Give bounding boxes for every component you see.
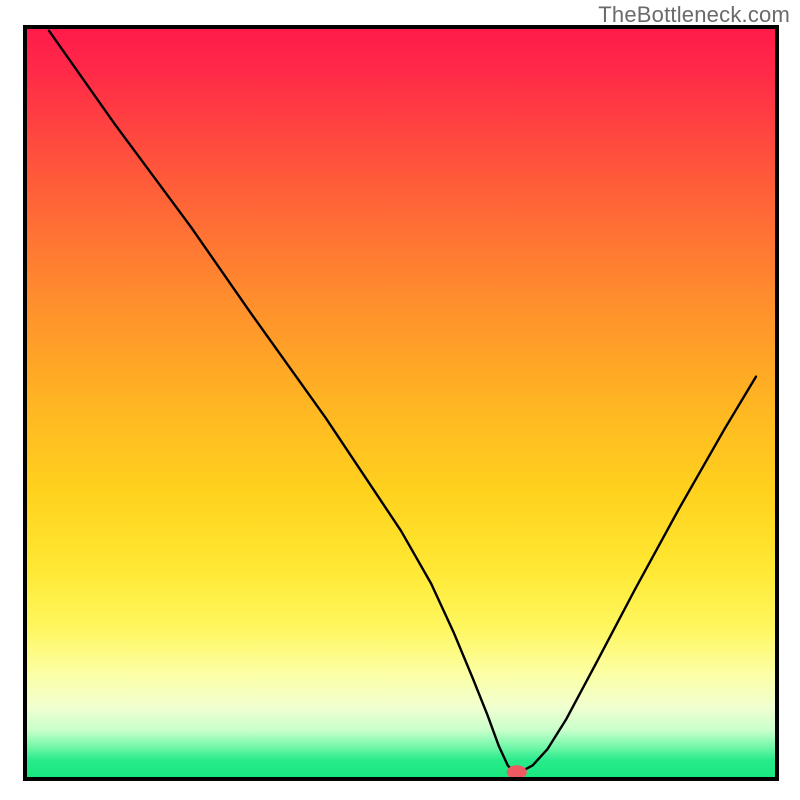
bottleneck-chart: [0, 0, 800, 800]
chart-container: TheBottleneck.com: [0, 0, 800, 800]
gradient-background: [25, 27, 777, 779]
watermark-text: TheBottleneck.com: [598, 2, 790, 28]
